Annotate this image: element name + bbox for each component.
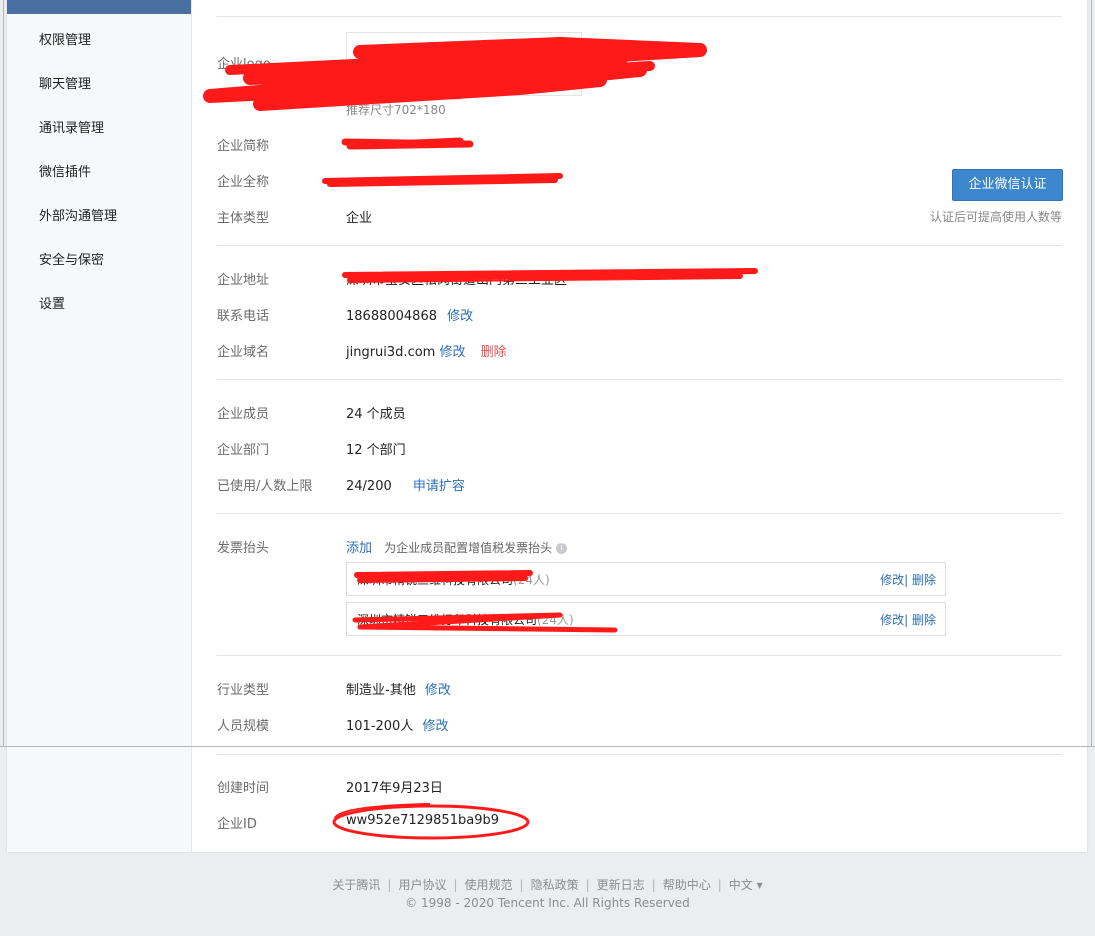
industry-row: 制造业-其他 修改 [346, 679, 451, 698]
invoice-delete-link[interactable]: 删除 [912, 613, 936, 627]
phone-row: 18688004868 修改 [346, 305, 473, 324]
divider [217, 513, 1062, 514]
member-limit-row: 24/200 申请扩容 [346, 475, 465, 494]
invoice-edit-link[interactable]: 修改 [880, 573, 904, 587]
invoice-count: (24人) [537, 613, 574, 627]
sidebar-item-contacts[interactable]: 通讯录管理 [39, 117, 104, 136]
phone-value: 18688004868 [346, 309, 437, 324]
divider [217, 245, 1062, 246]
copyright: © 1998 - 2020 Tencent Inc. All Rights Re… [405, 896, 690, 910]
sidebar-item-permissions[interactable]: 权限管理 [39, 29, 91, 48]
logo-size-hint: 推荐尺寸702*180 [346, 103, 446, 117]
scale-value: 101-200人 [346, 719, 414, 734]
screenshot-seam [0, 746, 1095, 747]
divider [217, 655, 1062, 656]
divider [217, 16, 1062, 17]
footer-links: 关于腾讯 | 用户协议 | 使用规范 | 隐私政策 | 更新日志 | 帮助中心 | 中文 ▾ [332, 878, 763, 892]
main-content: 企业logo 推荐尺寸702*180 企业简称 企业全称 主体类型 企业 企业微… [191, 0, 1087, 852]
members-label: 企业成员 [217, 407, 270, 422]
domain-edit-link[interactable]: 修改 [439, 345, 465, 360]
phone-label: 联系电话 [217, 309, 270, 324]
member-limit-label: 已使用/人数上限 [217, 479, 313, 494]
domain-value: jingrui3d.com [346, 345, 436, 360]
invoice-row: 深圳市精锐三维打印科技有限公司(24人) 修改| 删除 [346, 602, 946, 636]
screenshot-seam-left [3, 0, 4, 747]
short-name-label: 企业简称 [217, 139, 270, 154]
departments-value: 12 个部门 [346, 443, 406, 458]
footer-link-help[interactable]: 帮助中心 [663, 878, 711, 892]
address-value: 深圳市宝安区松岗街道山门第三工业区 [346, 273, 568, 288]
logo-upload[interactable] [346, 32, 582, 96]
settings-card: 权限管理 聊天管理 通讯录管理 微信插件 外部沟通管理 安全与保密 设置 企业l… [7, 0, 1087, 852]
invoice-action-separator: | [904, 613, 909, 627]
created-value: 2017年9月23日 [346, 781, 443, 796]
scale-label: 人员规模 [217, 719, 270, 734]
invoice-label: 发票抬头 [217, 541, 270, 556]
invoice-name: 深圳市精锐三维打印科技有限公司 [357, 613, 538, 627]
language-selector[interactable]: 中文 ▾ [729, 878, 763, 892]
divider [217, 379, 1062, 380]
phone-edit-link[interactable]: 修改 [447, 309, 473, 324]
expand-limit-link[interactable]: 申请扩容 [413, 479, 465, 494]
entity-type-value: 企业 [346, 211, 373, 226]
industry-label: 行业类型 [217, 683, 270, 698]
scale-edit-link[interactable]: 修改 [422, 719, 448, 734]
screenshot-seam-right [1091, 0, 1092, 747]
invoice-add-row: 添加 为企业成员配置增值税发票抬头 i [346, 537, 568, 556]
scale-row: 101-200人 修改 [346, 715, 448, 734]
footer-link-about[interactable]: 关于腾讯 [332, 878, 380, 892]
invoice-name: 深圳市精锐三维科技有限公司 [357, 573, 514, 587]
verify-hint: 认证后可提高使用人数等 [929, 210, 1062, 224]
sidebar: 权限管理 聊天管理 通讯录管理 微信插件 外部沟通管理 安全与保密 设置 [7, 0, 192, 852]
departments-label: 企业部门 [217, 443, 270, 458]
full-name-label: 企业全称 [217, 175, 270, 190]
logo-label: 企业logo [217, 57, 271, 72]
invoice-count: (24人) [513, 573, 550, 587]
sidebar-item-external[interactable]: 外部沟通管理 [39, 205, 117, 224]
domain-delete-link[interactable]: 删除 [481, 345, 507, 360]
invoice-add-link[interactable]: 添加 [346, 541, 372, 556]
industry-edit-link[interactable]: 修改 [425, 683, 451, 698]
address-label: 企业地址 [217, 273, 270, 288]
footer-link-rules[interactable]: 使用规范 [465, 878, 513, 892]
invoice-delete-link[interactable]: 删除 [912, 573, 936, 587]
sidebar-item-settings[interactable]: 设置 [39, 293, 65, 312]
domain-label: 企业域名 [217, 345, 270, 360]
footer-link-changelog[interactable]: 更新日志 [597, 878, 645, 892]
info-icon[interactable]: i [556, 543, 568, 554]
sidebar-item-security[interactable]: 安全与保密 [39, 249, 104, 268]
verify-button[interactable]: 企业微信认证 [952, 169, 1063, 201]
divider [217, 754, 1062, 755]
sidebar-item-chat[interactable]: 聊天管理 [39, 73, 91, 92]
member-limit-value: 24/200 [346, 479, 392, 494]
invoice-action-separator: | [904, 573, 909, 587]
sidebar-item-wechat-plugin[interactable]: 微信插件 [39, 161, 91, 180]
invoice-row-title: 深圳市精锐三维科技有限公司(24人) [357, 571, 550, 588]
sidebar-active-indicator [7, 0, 191, 14]
members-value: 24 个成员 [346, 407, 406, 422]
created-label: 创建时间 [217, 781, 270, 796]
invoice-edit-link[interactable]: 修改 [880, 613, 904, 627]
footer-link-privacy[interactable]: 隐私政策 [531, 878, 579, 892]
industry-value: 制造业-其他 [346, 683, 416, 698]
invoice-row-title: 深圳市精锐三维打印科技有限公司(24人) [357, 611, 574, 628]
invoice-actions: 修改| 删除 [880, 571, 936, 588]
invoice-row: 深圳市精锐三维科技有限公司(24人) 修改| 删除 [346, 562, 946, 596]
footer-link-agreement[interactable]: 用户协议 [398, 878, 446, 892]
enterprise-id-label: 企业ID [217, 817, 257, 832]
invoice-add-hint: 为企业成员配置增值税发票抬头 [384, 541, 553, 555]
enterprise-id-value: ww952e7129851ba9b9 [346, 813, 499, 828]
invoice-actions: 修改| 删除 [880, 611, 936, 628]
domain-row: jingrui3d.com 修改 删除 [346, 341, 507, 360]
entity-type-label: 主体类型 [217, 211, 270, 226]
